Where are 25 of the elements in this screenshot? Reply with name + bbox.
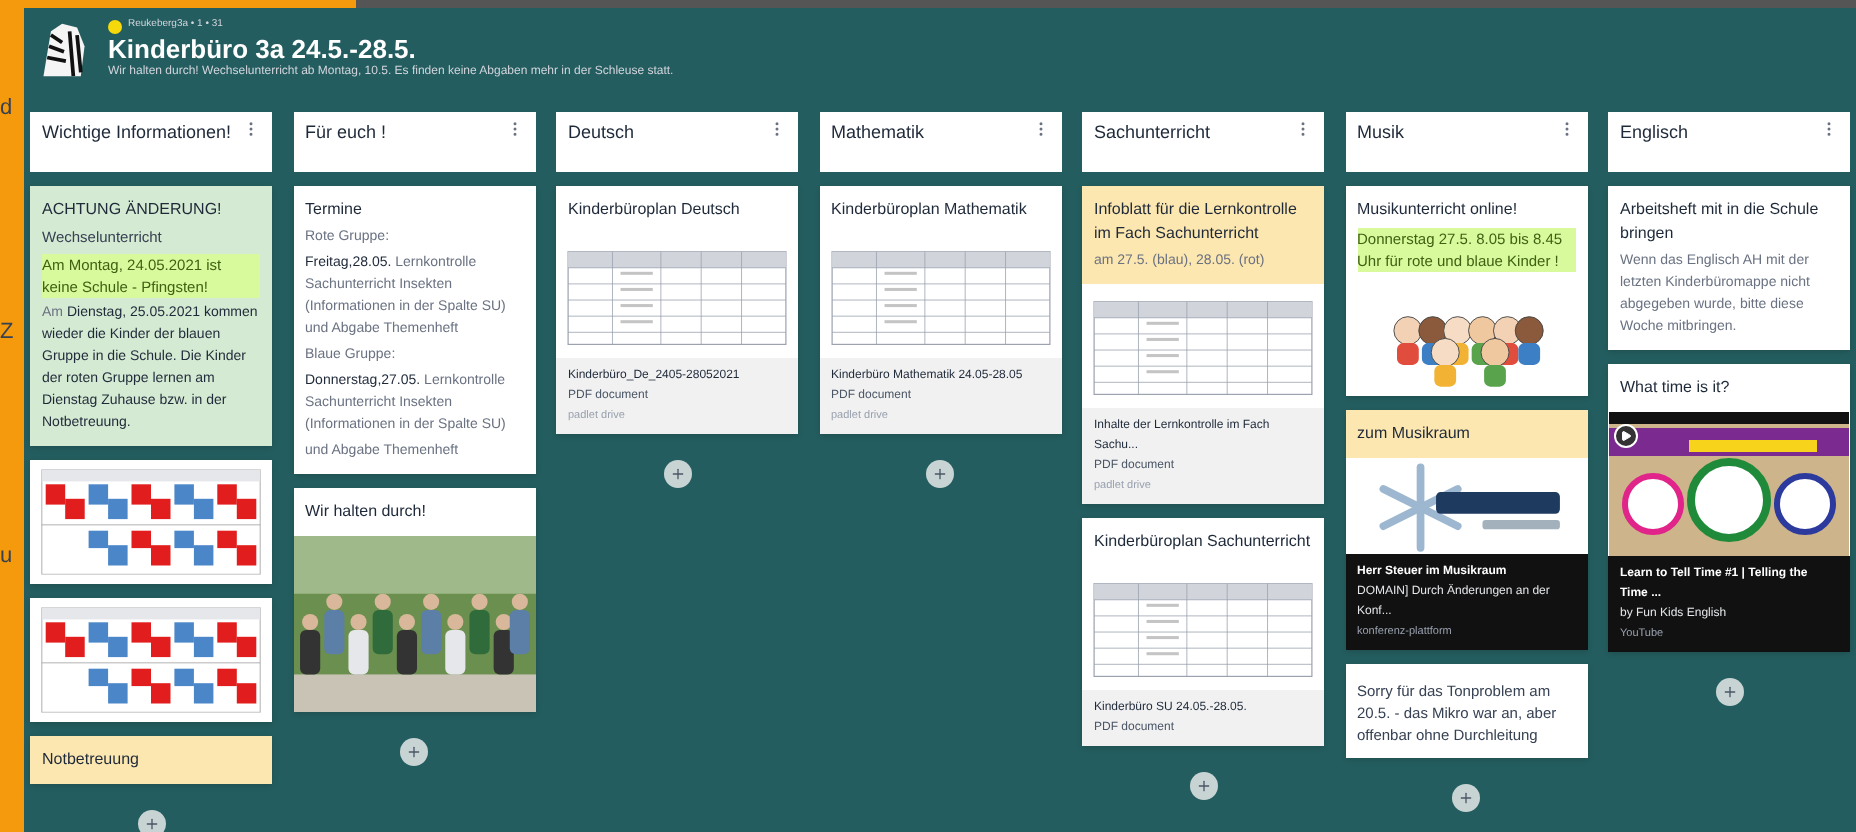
column-title: Mathematik	[831, 120, 925, 144]
post-title: Infoblatt für die Lernkontrolle im Fach Sachunterricht	[1094, 198, 1299, 246]
window-text: d	[0, 96, 13, 120]
post-title: ACHTUNG ÄNDERUNG!	[42, 198, 224, 222]
post-card[interactable]: Wir halten durch!	[293, 488, 535, 712]
post-title: Notbetreuung	[42, 748, 141, 772]
column-title: Deutsch	[568, 120, 635, 144]
post-title: Arbeitsheft mit in die Schule bringen	[1620, 198, 1821, 246]
column-title: Musik	[1357, 120, 1405, 144]
column-title: Englisch	[1620, 120, 1689, 144]
post-title: Kinderbüroplan Sachunterricht	[1094, 530, 1312, 554]
post-card[interactable]: Notbetreuung	[30, 736, 272, 784]
post-title: Wir halten durch!	[305, 500, 428, 524]
post-title: Kinderbüroplan Mathematik	[831, 198, 1029, 222]
post-title: What time is it?	[1620, 376, 1732, 400]
post-title: Musikunterricht online!	[1357, 198, 1520, 222]
window-text: u	[0, 544, 13, 568]
board-title: Kinderbüro 3a 24.5.-28.5.	[108, 33, 418, 64]
column-title: Sachunterricht	[1094, 120, 1211, 144]
column-title: Für euch !	[305, 120, 387, 144]
window-text: Z	[0, 320, 14, 344]
post-title: Termine	[305, 198, 364, 222]
column-title: Wichtige Informationen!	[42, 120, 232, 144]
post-title: Kinderbüroplan Deutsch	[568, 198, 742, 222]
post-title: zum Musikraum	[1357, 422, 1472, 446]
